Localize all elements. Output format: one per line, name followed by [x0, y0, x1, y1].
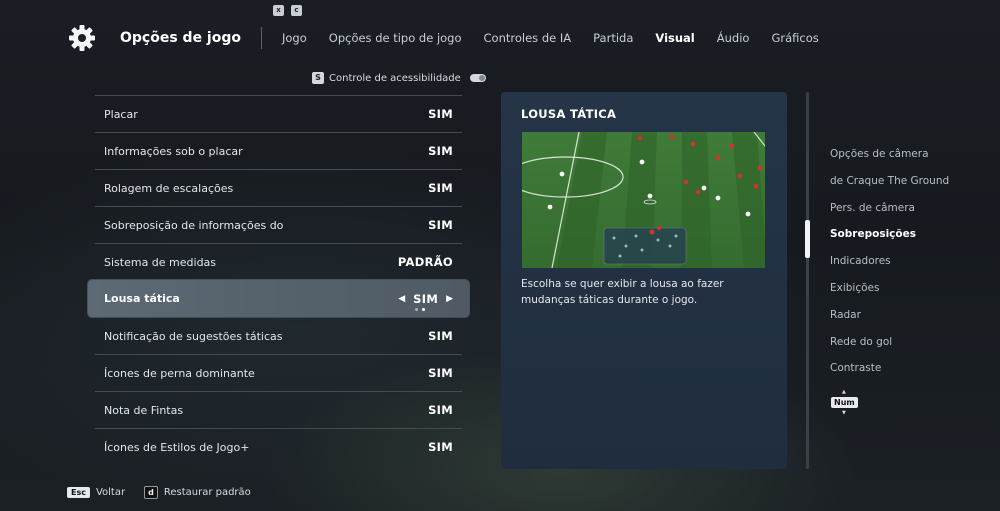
settings-list: Placar SIM Informações sob o placar SIM …: [88, 95, 469, 465]
setting-row-icones-estilos-de-jogo[interactable]: Ícones de Estilos de Jogo+ SIM: [95, 428, 462, 465]
setting-value: PADRÃO: [397, 255, 453, 269]
accessibility-key: S: [312, 72, 324, 84]
num-key-badge: Num: [831, 397, 858, 408]
page-title: Opções de jogo: [120, 30, 241, 46]
accessibility-control[interactable]: S Controle de acessibilidade: [312, 72, 486, 84]
accessibility-toggle[interactable]: [469, 74, 486, 82]
setting-label: Nota de Fintas: [104, 403, 184, 417]
setting-row-nota-de-fintas[interactable]: Nota de Fintas SIM: [95, 391, 462, 428]
back-button[interactable]: Voltar: [96, 487, 125, 498]
setting-row-icones-perna-dominante[interactable]: Ícones de perna dominante SIM: [95, 354, 462, 391]
setting-value: SIM: [428, 144, 453, 158]
restore-defaults-button[interactable]: Restaurar padrão: [164, 487, 251, 498]
tab-opcoes-tipo-de-jogo[interactable]: Opções de tipo de jogo: [329, 31, 462, 45]
setting-row-lousa-tatica[interactable]: Lousa tática ◀ SIM ▶: [88, 280, 469, 317]
setting-row-rolagem-de-escalacoes[interactable]: Rolagem de escalações SIM: [95, 169, 462, 206]
scrollbar-thumb[interactable]: [805, 220, 810, 258]
page-dot: [415, 308, 418, 311]
setting-value: SIM: [428, 403, 453, 417]
tab-jogo[interactable]: Jogo: [282, 31, 307, 45]
setting-value: SIM: [428, 107, 453, 121]
scrollbar-track[interactable]: [806, 92, 809, 469]
scroll-down-icon: ▼: [842, 410, 846, 416]
scroll-up-icon: ▲: [842, 389, 846, 395]
setting-value: SIM: [428, 218, 453, 232]
side-item-opcoes-de-camera[interactable]: Opções de câmera: [830, 141, 1000, 168]
arrow-right-icon[interactable]: ▶: [446, 294, 453, 304]
d-key: d: [144, 486, 158, 499]
setting-label: Lousa tática: [104, 292, 180, 305]
side-item-rede-do-gol[interactable]: Rede do gol: [830, 329, 1000, 356]
value-selector: ◀ SIM ▶: [398, 292, 453, 306]
tab-partida[interactable]: Partida: [593, 31, 633, 45]
tab-audio[interactable]: Áudio: [717, 31, 750, 45]
tab-visual[interactable]: Visual: [655, 31, 694, 45]
side-nav: Opções de câmera de Craque The Ground Pe…: [830, 141, 1000, 382]
setting-row-placar[interactable]: Placar SIM: [95, 95, 462, 132]
side-item-contraste[interactable]: Contraste: [830, 355, 1000, 382]
setting-value: SIM: [428, 329, 453, 343]
setting-row-sobreposicao-informacoes[interactable]: Sobreposição de informações do SIM: [95, 206, 462, 243]
tab-graficos[interactable]: Gráficos: [771, 31, 818, 45]
setting-value: SIM: [428, 366, 453, 380]
accessibility-label: Controle de acessibilidade: [329, 72, 461, 84]
setting-label: Sobreposição de informações do: [104, 218, 284, 232]
side-item-pers-de-camera[interactable]: Pers. de câmera: [830, 195, 1000, 222]
detail-description: Escolha se quer exibir a lousa ao fazer …: [521, 278, 724, 306]
gear-icon: [68, 24, 96, 52]
setting-label: Ícones de Estilos de Jogo+: [104, 440, 250, 454]
header: Opções de jogo Jogo Opções de tipo de jo…: [68, 20, 827, 56]
c-key-hint: c: [291, 5, 302, 16]
setting-label: Sistema de medidas: [104, 255, 217, 269]
footer: Esc Voltar d Restaurar padrão: [67, 486, 251, 499]
setting-label: Rolagem de escalações: [104, 181, 234, 195]
header-divider: [261, 27, 262, 49]
arrow-left-icon[interactable]: ◀: [398, 294, 405, 304]
setting-label: Notificação de sugestões táticas: [104, 329, 283, 343]
setting-value: SIM: [428, 181, 453, 195]
setting-value: SIM: [428, 440, 453, 454]
esc-key: Esc: [67, 487, 90, 498]
setting-label: Ícones de perna dominante: [104, 366, 255, 380]
setting-value: SIM: [413, 291, 439, 306]
detail-title: LOUSA TÁTICA: [521, 107, 617, 121]
setting-label: Placar: [104, 107, 138, 121]
setting-row-informacoes-sob-placar[interactable]: Informações sob o placar SIM: [95, 132, 462, 169]
detail-panel: LOUSA TÁTICA Escolha se quer exibir a lo…: [501, 92, 787, 469]
setting-row-notificacao-sugestoes[interactable]: Notificação de sugestões táticas SIM: [95, 317, 462, 354]
side-item-craque-the-ground[interactable]: de Craque The Ground: [830, 168, 1000, 195]
tab-controles-de-ia[interactable]: Controles de IA: [484, 31, 572, 45]
side-item-radar[interactable]: Radar: [830, 302, 1000, 329]
side-item-sobreposicoes[interactable]: Sobreposições: [830, 221, 1000, 248]
option-page-dots: [415, 308, 425, 311]
setting-label: Informações sob o placar: [104, 144, 243, 158]
side-item-indicadores[interactable]: Indicadores: [830, 248, 1000, 275]
side-item-exibicoes[interactable]: Exibições: [830, 275, 1000, 302]
x-key-hint: x: [273, 5, 284, 16]
page-dot-active: [422, 308, 425, 311]
setting-row-sistema-de-medidas[interactable]: Sistema de medidas PADRÃO: [95, 243, 462, 280]
preview-image: [522, 132, 765, 268]
